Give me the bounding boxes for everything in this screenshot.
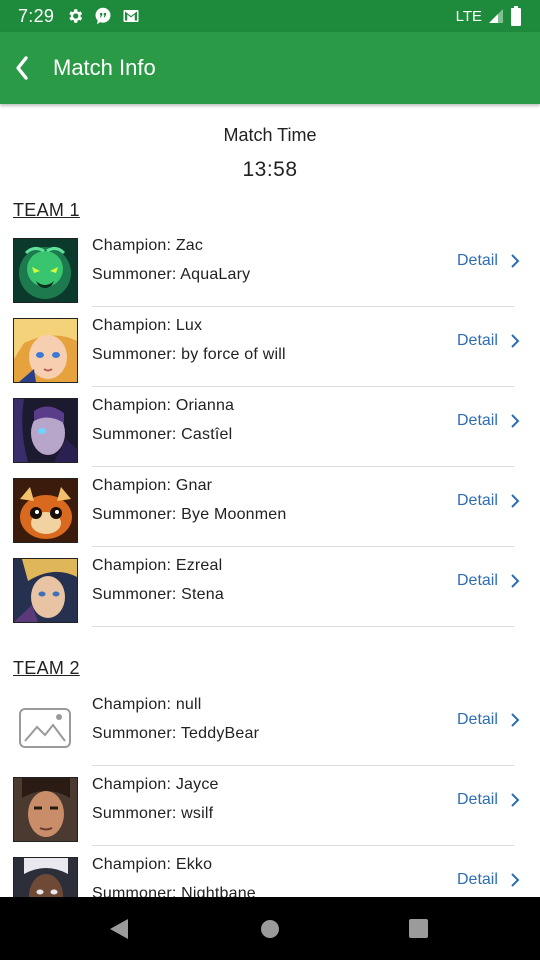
- champion-avatar-ezreal: [13, 558, 78, 623]
- detail-link[interactable]: Detail: [457, 492, 498, 510]
- champion-name: Champion: Ezreal: [92, 557, 223, 574]
- champion-name: Champion: Ekko: [92, 856, 213, 873]
- summoner-name: Summoner: AquaLary: [92, 266, 251, 283]
- detail-link[interactable]: Detail: [457, 412, 498, 430]
- detail-link[interactable]: Detail: [457, 711, 498, 729]
- network-type: LTE: [455, 7, 482, 25]
- signal-icon: [489, 9, 503, 23]
- summoner-name: Summoner: Bye Moonmen: [92, 506, 287, 523]
- detail-link[interactable]: Detail: [457, 791, 498, 809]
- app-bar: Match Info: [0, 32, 540, 104]
- player-row[interactable]: Champion: Ekko Summoner: Nightbane Detai…: [0, 846, 540, 897]
- status-bar: 7:29 LTE: [0, 0, 540, 32]
- page-title: Match Info: [53, 55, 156, 80]
- chevron-right-icon: [511, 494, 520, 508]
- image-placeholder-icon: [13, 697, 76, 760]
- nav-recents-icon[interactable]: [405, 915, 433, 943]
- player-row[interactable]: Champion: Ezreal Summoner: Stena Detail: [0, 547, 540, 627]
- player-row[interactable]: Champion: Lux Summoner: by force of will…: [0, 307, 540, 387]
- system-nav-bar: [0, 897, 540, 960]
- champion-avatar-gnar: [13, 478, 78, 543]
- detail-link[interactable]: Detail: [457, 572, 498, 590]
- chevron-right-icon: [511, 793, 520, 807]
- detail-link[interactable]: Detail: [457, 332, 498, 350]
- chat-icon: [95, 7, 111, 25]
- champion-avatar-orianna: [13, 398, 78, 463]
- match-time-label: Match Time: [223, 125, 317, 145]
- player-row[interactable]: Champion: null Summoner: TeddyBear Detai…: [0, 686, 540, 766]
- chevron-right-icon: [511, 574, 520, 588]
- chevron-right-icon: [511, 334, 520, 348]
- champion-name: Champion: Orianna: [92, 397, 235, 414]
- summoner-name: Summoner: wsilf: [92, 805, 214, 822]
- chevron-right-icon: [511, 254, 520, 268]
- champion-avatar-lux: [13, 318, 78, 383]
- nav-home-icon[interactable]: [256, 915, 284, 943]
- gear-icon: [69, 9, 83, 23]
- player-row[interactable]: Champion: Orianna Summoner: Castîel Deta…: [0, 387, 540, 467]
- match-info-content[interactable]: Match Time 13:58 TEAM 1 Champion: Zac Su…: [0, 104, 540, 897]
- summoner-name: Summoner: Nightbane: [92, 885, 256, 897]
- detail-link[interactable]: Detail: [457, 871, 498, 889]
- summoner-name: Summoner: TeddyBear: [92, 725, 260, 742]
- gmail-icon: [123, 10, 139, 22]
- chevron-right-icon: [511, 873, 520, 887]
- nav-back-icon[interactable]: [106, 915, 134, 943]
- back-button[interactable]: [6, 46, 50, 90]
- summoner-name: Summoner: Stena: [92, 586, 224, 603]
- chevron-right-icon: [511, 713, 520, 727]
- champion-name: Champion: null: [92, 696, 202, 713]
- chevron-right-icon: [511, 414, 520, 428]
- champion-avatar-ekko: [13, 857, 78, 897]
- champion-name: Champion: Gnar: [92, 477, 213, 494]
- team-heading: TEAM 2: [13, 658, 80, 678]
- champion-name: Champion: Jayce: [92, 776, 219, 793]
- summoner-name: Summoner: by force of will: [92, 346, 286, 363]
- player-row[interactable]: Champion: Gnar Summoner: Bye Moonmen Det…: [0, 467, 540, 547]
- status-time: 7:29: [18, 5, 55, 26]
- champion-name: Champion: Zac: [92, 237, 204, 254]
- battery-icon: [511, 6, 521, 26]
- row-divider: [92, 626, 514, 627]
- detail-link[interactable]: Detail: [457, 252, 498, 270]
- team-heading: TEAM 1: [13, 200, 80, 220]
- match-time-value: 13:58: [242, 158, 298, 181]
- champion-name: Champion: Lux: [92, 317, 203, 334]
- player-row[interactable]: Champion: Zac Summoner: AquaLary Detail: [0, 227, 540, 307]
- champion-avatar-jayce: [13, 777, 78, 842]
- back-arrow-icon: [16, 56, 28, 80]
- player-row[interactable]: Champion: Jayce Summoner: wsilf Detail: [0, 766, 540, 846]
- champion-avatar-zac: [13, 238, 78, 303]
- summoner-name: Summoner: Castîel: [92, 426, 233, 443]
